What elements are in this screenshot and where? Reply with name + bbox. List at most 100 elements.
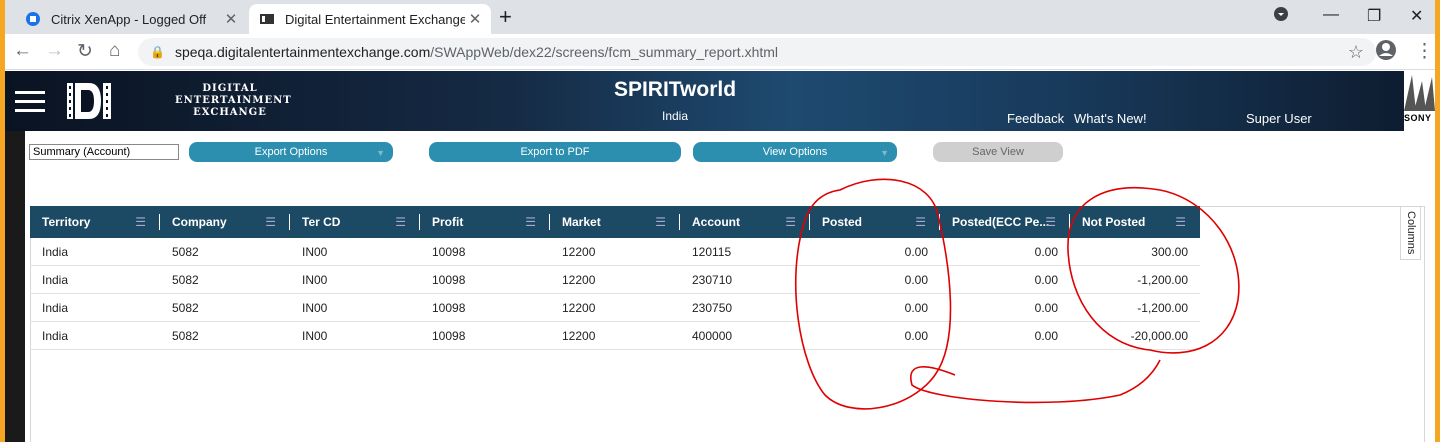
col-header-ter-cd[interactable]: Ter CD ☰ xyxy=(290,206,420,238)
chevron-down-icon: ▼ xyxy=(376,148,385,158)
cell-territory: India xyxy=(42,245,69,259)
tab-citrix[interactable]: Citrix XenApp - Logged Off ✕ xyxy=(15,4,247,34)
cell-account: 120115 xyxy=(692,245,732,259)
cell-account: 230710 xyxy=(692,273,733,287)
feedback-link[interactable]: Feedback xyxy=(1007,111,1064,126)
home-icon[interactable]: ⌂ xyxy=(109,40,120,62)
dex-logo-icon xyxy=(67,83,111,119)
user-menu[interactable]: Super User xyxy=(1246,111,1312,126)
lock-icon: 🔒 xyxy=(150,45,165,59)
cell-territory: India xyxy=(42,329,69,343)
column-menu-icon[interactable]: ☰ xyxy=(655,206,666,238)
bookmark-star-icon[interactable]: ☆ xyxy=(1348,42,1364,63)
cell-posted: 0.00 xyxy=(904,273,928,287)
profile-dropdown-icon[interactable] xyxy=(1273,6,1289,27)
columns-panel-label: Columns xyxy=(1405,211,1417,255)
cell-ter-cd: IN00 xyxy=(302,245,328,259)
column-menu-icon[interactable]: ☰ xyxy=(135,206,146,238)
chevron-down-icon: ▼ xyxy=(880,148,889,158)
col-header-account[interactable]: Account ☰ xyxy=(680,206,810,238)
close-window-icon[interactable]: ✕ xyxy=(1410,6,1423,26)
cell-not-posted: -20,000.00 xyxy=(1130,329,1188,343)
col-header-profit[interactable]: Profit ☰ xyxy=(420,206,550,238)
url-host: speqa.digitalentertainmentexchange.com xyxy=(174,44,431,60)
cell-profit: 10098 xyxy=(432,245,466,259)
app-title: SPIRITworld xyxy=(613,78,737,101)
cell-profit: 10098 xyxy=(432,329,466,343)
tab-dex[interactable]: Digital Entertainment Exchange ✕ xyxy=(249,4,491,34)
cell-market: 12200 xyxy=(562,301,596,315)
cell-company: 5082 xyxy=(172,273,199,287)
dex-favicon-icon xyxy=(259,11,275,27)
sony-logo: SONY xyxy=(1404,71,1435,131)
whats-new-link[interactable]: What's New! xyxy=(1074,111,1147,126)
close-tab-icon[interactable]: ✕ xyxy=(465,10,485,28)
cell-ter-cd: IN00 xyxy=(302,329,328,343)
cell-profit: 10098 xyxy=(432,301,466,315)
cell-posted: 0.00 xyxy=(904,301,928,315)
new-tab-icon[interactable]: + xyxy=(499,6,512,28)
app-header: DIGITAL ENTERTAINMENT EXCHANGE SPIRITwor… xyxy=(5,71,1435,131)
cell-not-posted: -1,200.00 xyxy=(1137,273,1188,287)
col-header-posted[interactable]: Posted ☰ xyxy=(810,206,940,238)
cell-posted-ecc: 0.00 xyxy=(1034,245,1058,259)
cell-market: 12200 xyxy=(562,329,596,343)
browser-toolbar: ← → ↻ ⌂ 🔒 speqa.digitalentertainmentexch… xyxy=(5,34,1435,70)
region-label: India xyxy=(661,109,689,123)
cell-company: 5082 xyxy=(172,329,199,343)
citrix-favicon-icon xyxy=(25,11,41,27)
table-row[interactable]: India 5082 IN00 10098 12200 230710 0.00 … xyxy=(30,266,1200,294)
account-icon[interactable] xyxy=(1375,39,1397,67)
minimize-icon[interactable]: — xyxy=(1323,6,1339,24)
restore-icon[interactable]: ❐ xyxy=(1367,6,1381,26)
cell-posted-ecc: 0.00 xyxy=(1034,301,1058,315)
tab-title: Citrix XenApp - Logged Off xyxy=(51,11,207,27)
tab-strip: Citrix XenApp - Logged Off ✕ Digital Ent… xyxy=(5,0,1435,34)
col-header-market[interactable]: Market ☰ xyxy=(550,206,680,238)
table-row[interactable]: India 5082 IN00 10098 12200 230750 0.00 … xyxy=(30,294,1200,322)
columns-panel-toggle[interactable]: Columns xyxy=(1400,206,1421,260)
column-menu-icon[interactable]: ☰ xyxy=(395,206,406,238)
cell-posted: 0.00 xyxy=(904,245,928,259)
table-row[interactable]: India 5082 IN00 10098 12200 120115 0.00 … xyxy=(30,238,1200,266)
export-pdf-button[interactable]: Export to PDF xyxy=(429,142,681,162)
cell-ter-cd: IN00 xyxy=(302,301,328,315)
address-bar[interactable]: 🔒 speqa.digitalentertainmentexchange.com… xyxy=(138,38,1376,66)
summary-grid: Territory ☰ Company ☰ Ter CD ☰ Profit ☰ Mark… xyxy=(30,206,1200,350)
grid-header-row: Territory ☰ Company ☰ Ter CD ☰ Profit ☰ Mark… xyxy=(30,206,1200,238)
back-icon[interactable]: ← xyxy=(13,40,32,62)
col-header-posted-ecc[interactable]: Posted(ECC Pe... ☰ xyxy=(940,206,1070,238)
browser-window: Citrix XenApp - Logged Off ✕ Digital Ent… xyxy=(5,0,1435,442)
cell-market: 12200 xyxy=(562,245,596,259)
cell-account: 400000 xyxy=(692,329,733,343)
col-header-company[interactable]: Company ☰ xyxy=(160,206,290,238)
report-type-select[interactable]: Summary (Account) xyxy=(29,144,179,160)
column-menu-icon[interactable]: ☰ xyxy=(915,206,926,238)
table-row[interactable]: India 5082 IN00 10098 12200 400000 0.00 … xyxy=(30,322,1200,350)
cell-account: 230750 xyxy=(692,301,733,315)
cell-posted-ecc: 0.00 xyxy=(1034,329,1058,343)
cell-profit: 10098 xyxy=(432,273,466,287)
cell-company: 5082 xyxy=(172,245,199,259)
cell-posted-ecc: 0.00 xyxy=(1034,273,1058,287)
cell-market: 12200 xyxy=(562,273,596,287)
column-menu-icon[interactable]: ☰ xyxy=(1045,206,1056,238)
view-options-button[interactable]: View Options ▼ xyxy=(693,142,897,162)
column-menu-icon[interactable]: ☰ xyxy=(785,206,796,238)
cell-not-posted: -1,200.00 xyxy=(1137,301,1188,315)
cell-ter-cd: IN00 xyxy=(302,273,328,287)
cell-posted: 0.00 xyxy=(904,329,928,343)
col-header-not-posted[interactable]: Not Posted ☰ xyxy=(1070,206,1200,238)
reload-icon[interactable]: ↻ xyxy=(77,40,93,63)
close-tab-icon[interactable]: ✕ xyxy=(221,10,241,28)
col-header-territory[interactable]: Territory ☰ xyxy=(30,206,160,238)
tab-title: Digital Entertainment Exchange xyxy=(285,11,465,27)
forward-icon[interactable]: → xyxy=(45,40,64,62)
save-view-button[interactable]: Save View xyxy=(933,142,1063,162)
column-menu-icon[interactable]: ☰ xyxy=(1175,206,1186,238)
column-menu-icon[interactable]: ☰ xyxy=(525,206,536,238)
hamburger-menu-icon[interactable] xyxy=(15,91,45,113)
column-menu-icon[interactable]: ☰ xyxy=(265,206,276,238)
more-menu-icon[interactable]: ⋮ xyxy=(1415,40,1434,63)
export-options-button[interactable]: Export Options ▼ xyxy=(189,142,393,162)
